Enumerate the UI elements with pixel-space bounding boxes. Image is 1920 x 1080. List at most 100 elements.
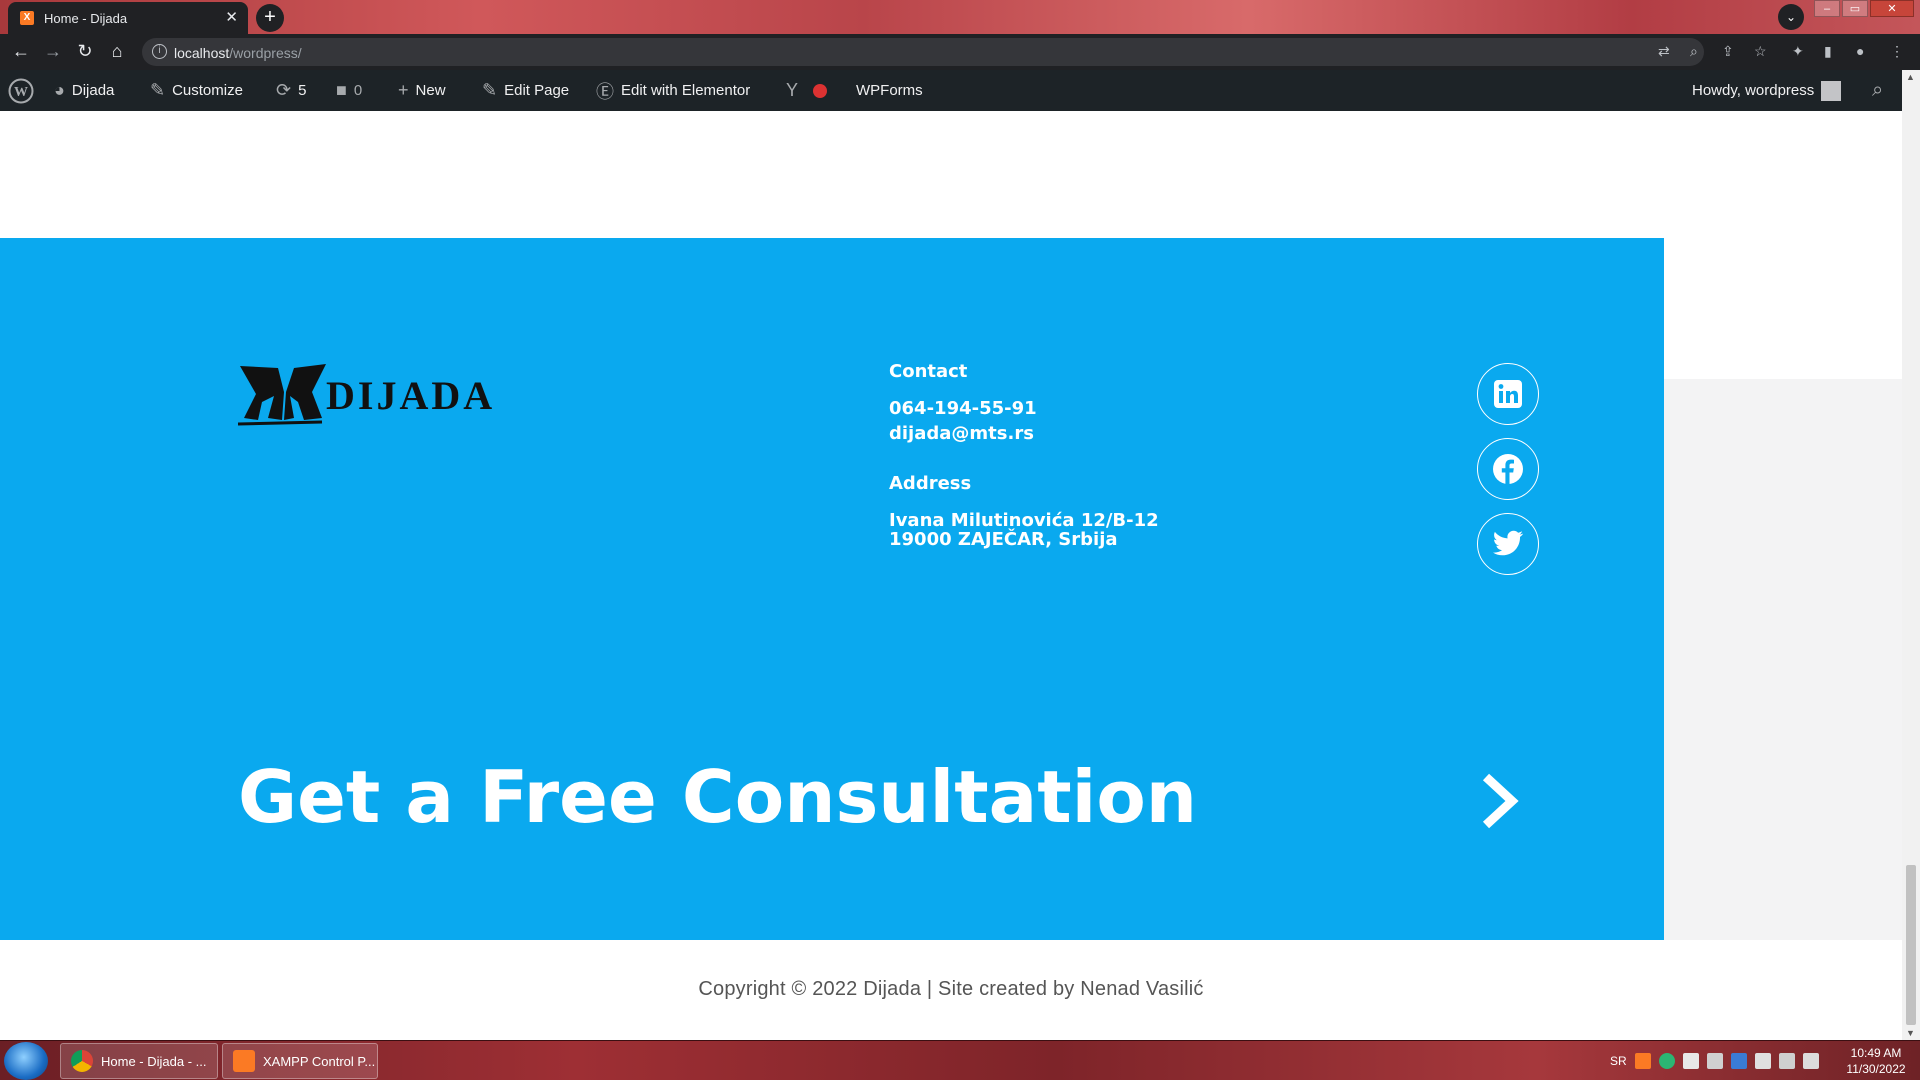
address-line-2: 19000 ZAJEČAR, Srbija [889,529,1118,550]
tab-close-icon[interactable]: ✕ [225,8,238,26]
twitter-icon [1492,530,1524,556]
page-scrollbar[interactable]: ▲ ▼ [1902,70,1920,1040]
taskbar-clock[interactable]: 10:49 AM 11/30/2022 [1836,1045,1916,1077]
facebook-link[interactable] [1477,438,1539,500]
browser-menu-icon[interactable]: ⋮ [1890,43,1904,60]
site-name-label: Dijada [71,82,115,99]
copyright-text: Copyright © 2022 Dijada | Site created b… [698,978,1204,1000]
home-icon[interactable]: ⌂ [106,41,128,62]
phone-link[interactable]: 064-194-55-91 [889,399,1037,418]
windows-taskbar: Home - Dijada - ... XAMPP Control P... S… [0,1040,1920,1080]
tab-title: Home - Dijada [44,11,128,26]
twitter-link[interactable] [1477,513,1539,575]
new-label: New [415,82,446,99]
elementor-icon: Ⓔ [596,81,614,102]
xampp-favicon-icon: X [20,11,34,25]
updates-count: 5 [298,82,307,99]
action-center-icon[interactable] [1754,1053,1771,1069]
xampp-icon [233,1050,255,1072]
chrome-icon [71,1050,93,1072]
address-bar[interactable]: i localhost/wordpress/ [142,38,1704,66]
back-icon[interactable]: ← [10,41,32,62]
wpforms-label: WPForms [856,82,923,99]
site-info-icon[interactable]: i [152,44,167,59]
device-tray-icon[interactable] [1706,1053,1723,1069]
browser-tab-active[interactable]: X Home - Dijada ✕ [8,2,248,34]
url-text: localhost/wordpress/ [174,45,302,61]
reload-icon[interactable]: ↻ [74,41,96,62]
customize-label: Customize [172,82,243,99]
edit-page-label: Edit Page [504,82,570,99]
seo-status-dot [813,83,828,98]
edit-page-link[interactable]: ✎ Edit Page [482,70,569,111]
taskbar-item-chrome[interactable]: Home - Dijada - ... [60,1043,218,1079]
facebook-icon [1493,454,1523,484]
side-panel-icon[interactable]: ▮ [1824,43,1832,60]
profile-icon[interactable]: ● [1856,43,1864,59]
search-icon: ⌕ [1872,79,1884,101]
wp-admin-bar: W ◕ Dijada ✎ Customize ⟳ 5 ■ 0 + New ✎ E… [0,70,1902,111]
comments-count: 0 [353,82,363,99]
email-link[interactable]: dijada@mts.rs [889,424,1034,443]
butterfly-logo-icon [237,364,326,426]
new-tab-button[interactable]: + [256,4,284,32]
customize-link[interactable]: ✎ Customize [150,70,243,111]
minimize-icon[interactable]: – [1814,0,1840,17]
my-account-link[interactable]: Howdy, wordpress [1692,70,1842,111]
chevron-right-icon[interactable] [1478,771,1522,831]
comments-link[interactable]: ■ 0 [336,70,362,111]
taskbar-item-label: XAMPP Control P... [263,1053,376,1069]
linkedin-link[interactable] [1477,363,1539,425]
clock-date: 11/30/2022 [1846,1062,1906,1076]
edit-elementor-link[interactable]: Ⓔ Edit with Elementor [596,70,750,111]
comment-icon: ■ [336,80,347,100]
taskbar-item-xampp[interactable]: XAMPP Control P... [222,1043,378,1079]
dijada-logo[interactable]: DIJADA [237,362,508,428]
site-name-link[interactable]: ◕ Dijada [54,70,114,111]
scroll-up-icon[interactable]: ▲ [1906,72,1915,82]
brush-icon: ✎ [150,80,166,100]
updates-link[interactable]: ⟳ 5 [276,70,306,111]
wordpress-logo-icon[interactable]: W [8,70,34,111]
updates-icon: ⟳ [276,80,292,100]
browser-toolbar: ← → ↻ ⌂ i localhost/wordpress/ ⇄ ⌕ ⇪ ☆ ✦… [0,34,1920,70]
new-content-link[interactable]: + New [398,70,446,111]
logo-text: DIJADA [326,373,496,418]
app-tray-icon[interactable] [1730,1053,1747,1069]
network-tray-icon[interactable] [1682,1053,1699,1069]
address-line-1: Ivana Milutinovića 12/B-12 [889,510,1159,531]
close-window-icon[interactable]: ✕ [1870,0,1914,17]
window-controls: – ▭ ✕ [1814,0,1914,18]
zoom-icon[interactable]: ⌕ [1690,43,1698,60]
share-icon[interactable]: ⇪ [1722,43,1734,60]
taskbar-item-label: Home - Dijada - ... [101,1053,207,1069]
cta-heading-link[interactable]: Get a Free Consultation [238,755,1197,839]
linkedin-icon [1494,380,1522,408]
yoast-icon: Y [786,80,799,100]
edit-elementor-label: Edit with Elementor [621,82,751,99]
plus-icon: + [398,80,409,100]
bookmark-star-icon[interactable]: ☆ [1754,43,1767,60]
scroll-down-icon[interactable]: ▼ [1906,1028,1915,1038]
language-indicator[interactable]: SR [1610,1054,1627,1068]
scrollbar-thumb[interactable] [1906,865,1916,1025]
volume-icon[interactable] [1802,1053,1819,1069]
forward-icon[interactable]: → [42,41,64,62]
xampp-tray-icon[interactable] [1634,1053,1651,1069]
svg-text:W: W [14,85,28,100]
contact-heading: Contact [889,361,968,382]
system-tray: SR [1610,1047,1819,1075]
tab-search-icon[interactable]: ⌄ [1778,4,1804,30]
yoast-seo-link[interactable]: Y [786,70,828,111]
maximize-icon[interactable]: ▭ [1842,0,1868,17]
avatar [1821,80,1842,101]
display-tray-icon[interactable] [1778,1053,1795,1069]
admin-search-icon[interactable]: ⌕ [1872,70,1883,111]
translate-icon[interactable]: ⇄ [1658,43,1670,60]
extensions-icon[interactable]: ✦ [1792,43,1804,60]
wpforms-link[interactable]: WPForms [856,70,923,111]
address-heading: Address [889,473,972,494]
start-button-icon[interactable] [4,1042,48,1080]
howdy-label: Howdy, wordpress [1692,82,1815,99]
security-tray-icon[interactable] [1658,1053,1675,1069]
